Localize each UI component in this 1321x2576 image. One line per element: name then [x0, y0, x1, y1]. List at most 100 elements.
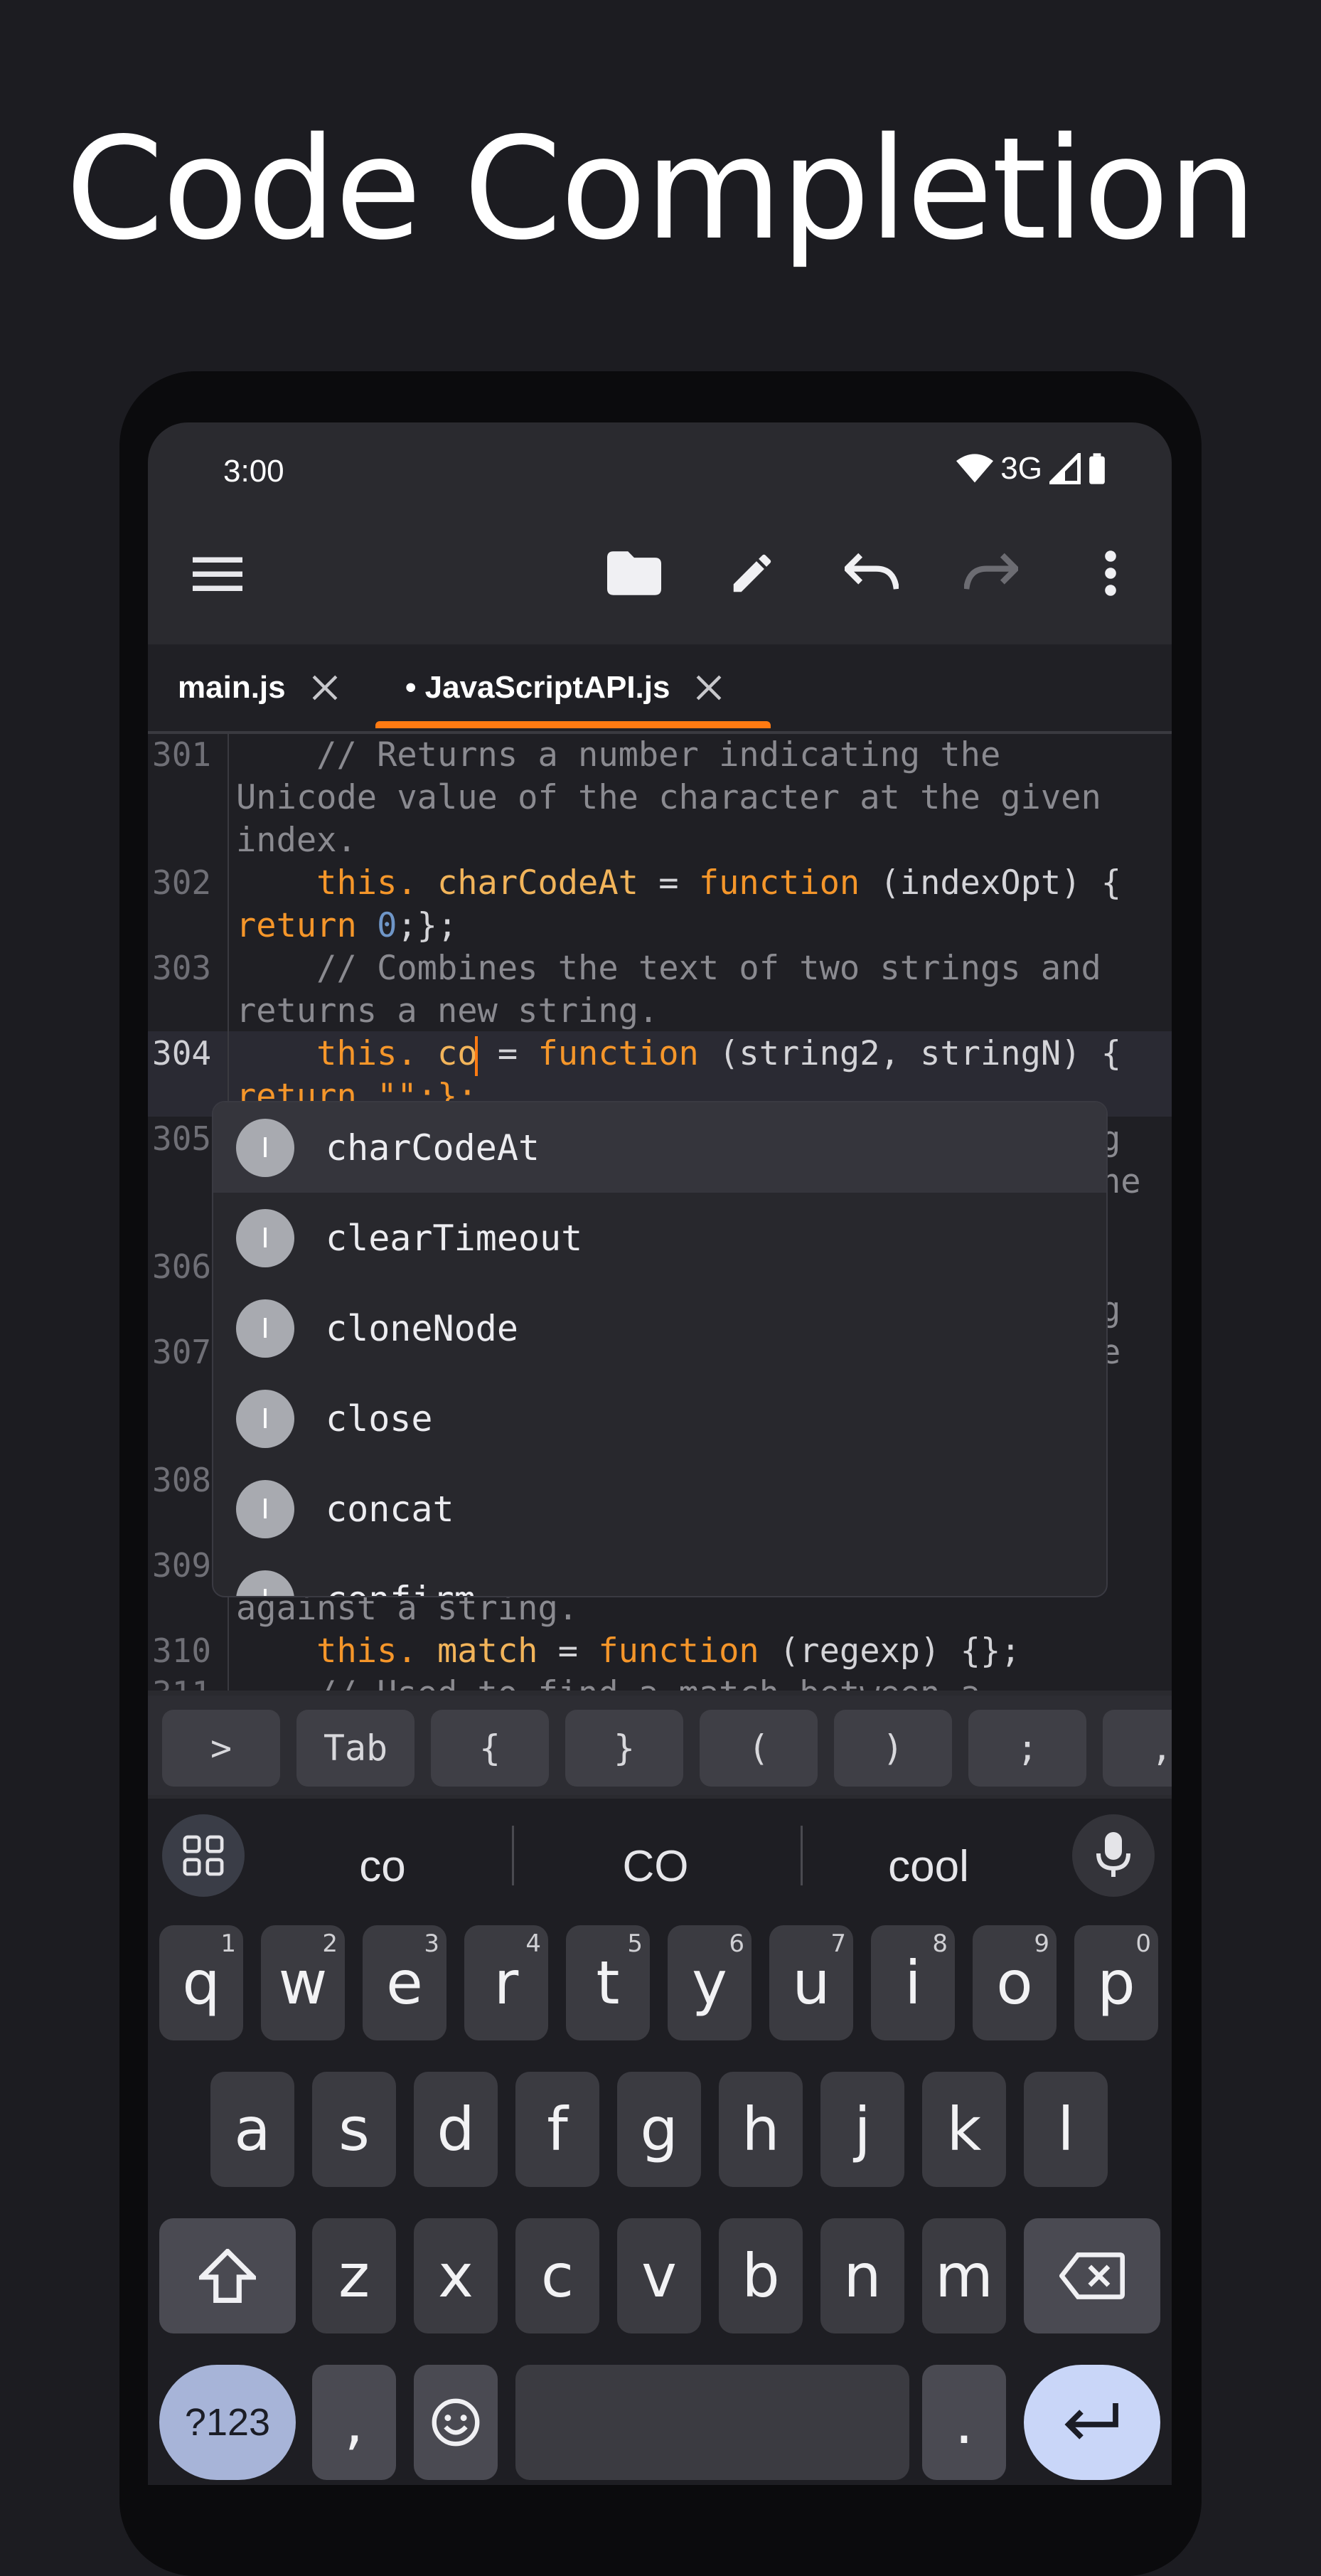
code-keyword: return [236, 906, 357, 945]
key-a[interactable]: a [210, 2072, 294, 2187]
key-x[interactable]: x [414, 2218, 498, 2333]
completion-item[interactable]: IclearTimeout [213, 1193, 1106, 1283]
code-comment: // Used to find a match between a [236, 1674, 980, 1691]
key-p[interactable]: p0 [1074, 1925, 1158, 2040]
close-icon[interactable] [695, 674, 722, 701]
more-vert-icon[interactable] [1081, 543, 1140, 603]
key-e[interactable]: e3 [363, 1925, 446, 2040]
suggestion-divider [512, 1826, 514, 1885]
key-l[interactable]: l [1024, 2072, 1108, 2187]
key-u[interactable]: u7 [769, 1925, 853, 2040]
key-z[interactable]: z [312, 2218, 396, 2333]
code-member: match [417, 1632, 538, 1671]
key-c[interactable]: c [515, 2218, 599, 2333]
completion-type-badge: I [236, 1479, 294, 1538]
key-s[interactable]: s [312, 2072, 396, 2187]
key-o[interactable]: o9 [973, 1925, 1057, 2040]
shift-icon [199, 2249, 256, 2303]
symbol-key[interactable]: , [1103, 1710, 1172, 1787]
symbol-key[interactable]: ; [968, 1710, 1086, 1787]
key-m[interactable]: m [922, 2218, 1006, 2333]
key-n[interactable]: n [820, 2218, 904, 2333]
key-w[interactable]: w2 [261, 1925, 345, 2040]
key-g[interactable]: g [617, 2072, 701, 2187]
emoji-icon [432, 2398, 480, 2447]
code-keyword: function [698, 863, 860, 903]
suggestion-word[interactable]: cool [822, 1841, 1035, 1892]
completion-type-badge: I [236, 1208, 294, 1267]
completion-type-badge: I [236, 1299, 294, 1358]
period-key[interactable]: . [922, 2365, 1006, 2480]
suggestion-divider [801, 1826, 803, 1885]
redo-icon[interactable] [961, 543, 1021, 603]
enter-icon [1064, 2403, 1118, 2439]
phone-screen: 3:00 3G main.js • JavaScriptAPI.js 301 3… [148, 422, 1172, 2485]
key-hint: 9 [1034, 1930, 1049, 1958]
line-number: 304 [152, 1034, 212, 1073]
space-key[interactable] [515, 2365, 909, 2480]
completion-popup[interactable]: IcharCodeAt IclearTimeout IcloneNode Icl… [212, 1101, 1108, 1597]
completion-item[interactable]: Iconcat [213, 1464, 1106, 1554]
key-hint: 8 [932, 1930, 948, 1958]
backspace-key[interactable] [1024, 2218, 1160, 2333]
enter-key[interactable] [1024, 2365, 1160, 2480]
shift-key[interactable] [159, 2218, 296, 2333]
suggestion-word[interactable]: CO [549, 1841, 762, 1892]
undo-icon[interactable] [842, 543, 902, 603]
key-label: i [904, 1948, 921, 2018]
completion-item[interactable]: Iclose [213, 1373, 1106, 1464]
numbers-key[interactable]: ?123 [159, 2365, 296, 2480]
key-v[interactable]: v [617, 2218, 701, 2333]
symbol-key[interactable]: Tab [296, 1710, 415, 1787]
active-tab-indicator [375, 721, 771, 728]
code-comment: // Combines the text of two strings and [236, 949, 1101, 988]
completion-label: clearTimeout [326, 1217, 583, 1259]
key-b[interactable]: b [719, 2218, 803, 2333]
key-h[interactable]: h [719, 2072, 803, 2187]
symbol-key[interactable]: } [565, 1710, 683, 1787]
symbol-key[interactable]: { [431, 1710, 549, 1787]
key-t[interactable]: t5 [566, 1925, 650, 2040]
code-editor[interactable]: 301 302 303 304 305 306 307 308 309 310 … [148, 734, 1172, 1691]
code-keyword: function [538, 1034, 699, 1073]
completion-label: charCodeAt [326, 1127, 540, 1169]
battery-icon [1089, 453, 1105, 484]
tab-javascriptapi-js[interactable]: • JavaScriptAPI.js [405, 644, 722, 731]
code-line: this. match = function (regexp) {}; [236, 1632, 1020, 1671]
completion-item[interactable]: Iconfirm [213, 1554, 1106, 1596]
completion-label: cloneNode [326, 1307, 518, 1349]
comma-key[interactable]: , [312, 2365, 396, 2480]
key-j[interactable]: j [820, 2072, 904, 2187]
symbol-key[interactable]: ) [834, 1710, 952, 1787]
symbol-key[interactable]: > [162, 1710, 280, 1787]
key-label: r [493, 1948, 519, 2018]
code-text: ;}; [397, 906, 458, 945]
key-f[interactable]: f [515, 2072, 599, 2187]
symbol-key[interactable]: ( [700, 1710, 818, 1787]
key-label: t [596, 1948, 620, 2018]
code-text: = [638, 863, 699, 903]
tab-main-js[interactable]: main.js [178, 644, 338, 731]
key-r[interactable]: r4 [464, 1925, 548, 2040]
suggestion-word[interactable]: co [276, 1841, 489, 1892]
close-icon[interactable] [311, 674, 338, 701]
apps-grid-icon[interactable] [162, 1814, 245, 1897]
emoji-key[interactable] [414, 2365, 498, 2480]
completion-item[interactable]: IcloneNode [213, 1283, 1106, 1373]
key-q[interactable]: q1 [159, 1925, 243, 2040]
completion-item[interactable]: IcharCodeAt [213, 1102, 1106, 1193]
microphone-icon[interactable] [1072, 1814, 1155, 1897]
folder-icon[interactable] [604, 543, 664, 603]
key-k[interactable]: k [922, 2072, 1006, 2187]
key-i[interactable]: i8 [871, 1925, 955, 2040]
key-label: o [996, 1948, 1033, 2018]
backspace-icon [1059, 2252, 1125, 2299]
code-keyword: this. [236, 863, 417, 903]
key-y[interactable]: y6 [668, 1925, 752, 2040]
menu-icon[interactable] [188, 543, 247, 603]
pencil-icon[interactable] [722, 543, 782, 603]
completion-type-badge: I [236, 1118, 294, 1177]
code-keyword: function [598, 1632, 759, 1671]
key-d[interactable]: d [414, 2072, 498, 2187]
key-label: w [278, 1948, 328, 2018]
